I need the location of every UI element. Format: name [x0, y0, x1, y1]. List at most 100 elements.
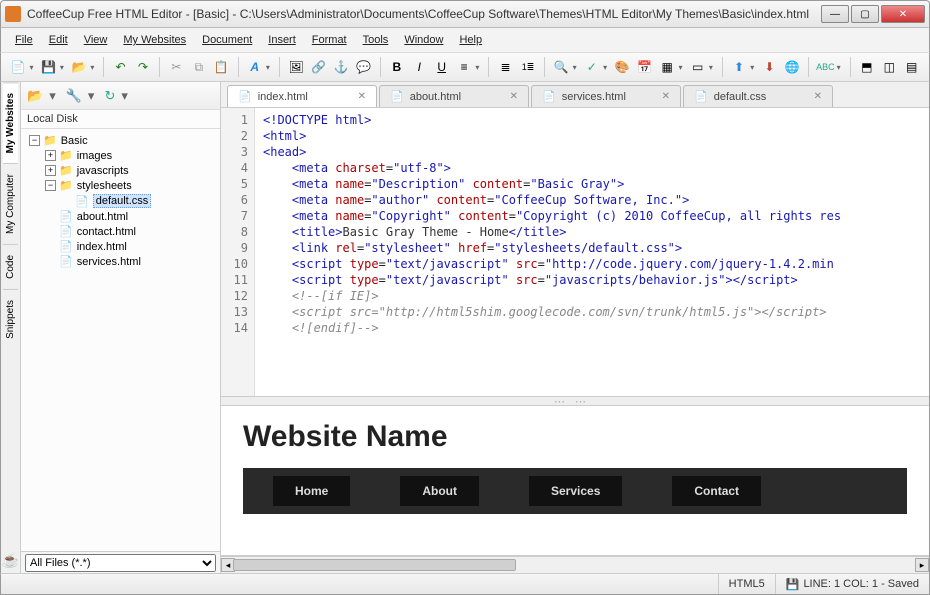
rail-tab-snippets[interactable]: Snippets	[3, 289, 18, 349]
tree-item-index-html[interactable]: 📄index.html	[25, 239, 220, 254]
tree-item-stylesheets[interactable]: −📁stylesheets	[25, 178, 220, 193]
status-lang: HTML5	[718, 574, 775, 594]
menu-tools[interactable]: Tools	[355, 32, 397, 48]
rail-tab-code[interactable]: Code	[3, 244, 18, 289]
tree-label: javascripts	[77, 165, 129, 177]
layout2-icon[interactable]: ◫	[880, 57, 898, 77]
redo-icon[interactable]: ↷	[134, 57, 152, 77]
menu-insert[interactable]: Insert	[260, 32, 304, 48]
menu-window[interactable]: Window	[396, 32, 451, 48]
list-ol-icon[interactable]: 1≣	[519, 57, 537, 77]
form-icon[interactable]: ▭	[688, 57, 706, 77]
file-icon: 📄	[59, 255, 73, 268]
sidebar-open-icon[interactable]: 📂	[27, 88, 43, 104]
tab-label: about.html	[410, 91, 461, 103]
tree-toggle-icon[interactable]: −	[45, 180, 56, 191]
sidebar-refresh-icon[interactable]: ↻	[104, 88, 115, 104]
file-filter-select[interactable]: All Files (*.*)	[25, 554, 216, 572]
spellcheck-icon[interactable]: ABC	[816, 57, 835, 77]
document-icon: 📄	[390, 90, 404, 103]
tree-item-default-css[interactable]: 📄default.css	[25, 193, 220, 209]
scroll-thumb[interactable]	[233, 559, 516, 571]
tab-index-html[interactable]: 📄index.html✕	[227, 85, 377, 107]
menu-format[interactable]: Format	[304, 32, 355, 48]
font-icon[interactable]: A	[245, 57, 263, 77]
rail-tab-mycomputer[interactable]: My Computer	[3, 163, 18, 244]
maximize-button[interactable]	[851, 5, 879, 23]
tree-item-images[interactable]: +📁images	[25, 148, 220, 163]
preview-nav-contact[interactable]: Contact	[672, 476, 761, 506]
save-icon[interactable]: 💾	[39, 57, 57, 77]
line-gutter: 1234567891011121314	[221, 108, 255, 396]
code-area[interactable]: <!DOCTYPE html> <html> <head> <meta char…	[255, 108, 929, 396]
color-icon[interactable]: 🎨	[613, 57, 631, 77]
tab-label: default.css	[714, 91, 767, 103]
cut-icon[interactable]: ✂	[167, 57, 185, 77]
anchor-icon[interactable]: ⚓	[332, 57, 350, 77]
tree-toggle-icon[interactable]: +	[45, 150, 56, 161]
preview-nav-about[interactable]: About	[400, 476, 479, 506]
upload-icon[interactable]: ⬆	[730, 57, 748, 77]
tab-services-html[interactable]: 📄services.html✕	[531, 85, 681, 107]
menu-edit[interactable]: Edit	[41, 32, 76, 48]
layout3-icon[interactable]: ▤	[903, 57, 921, 77]
align-icon[interactable]: ≡	[455, 57, 473, 77]
tree-label: contact.html	[77, 226, 136, 238]
close-button[interactable]	[881, 5, 925, 23]
horizontal-scrollbar[interactable]: ◂ ▸	[221, 556, 929, 573]
table-icon[interactable]: ▦	[658, 57, 676, 77]
browser-icon[interactable]: ✓	[583, 57, 601, 77]
tab-close-icon[interactable]: ✕	[814, 91, 822, 102]
tab-close-icon[interactable]: ✕	[358, 91, 366, 102]
file-icon: 📄	[75, 195, 89, 208]
menu-mywebsites[interactable]: My Websites	[115, 32, 194, 48]
code-editor: 1234567891011121314 <!DOCTYPE html> <htm…	[221, 108, 929, 396]
file-icon: 📄	[59, 210, 73, 223]
comment-icon[interactable]: 💬	[354, 57, 372, 77]
tree-item-Basic[interactable]: −📁Basic	[25, 133, 220, 148]
italic-icon[interactable]: I	[410, 57, 428, 77]
tree-toggle-icon[interactable]: +	[45, 165, 56, 176]
image-icon[interactable]: 🖼	[287, 57, 305, 77]
menu-document[interactable]: Document	[194, 32, 260, 48]
link-icon[interactable]: 🔗	[309, 57, 327, 77]
undo-icon[interactable]: ↶	[111, 57, 129, 77]
copy-icon[interactable]: ⧉	[190, 57, 208, 77]
horizontal-splitter[interactable]	[221, 396, 929, 406]
menu-help[interactable]: Help	[451, 32, 490, 48]
tab-close-icon[interactable]: ✕	[510, 91, 518, 102]
tab-close-icon[interactable]: ✕	[662, 91, 670, 102]
paste-icon[interactable]: 📋	[212, 57, 230, 77]
tree-item-about-html[interactable]: 📄 about.html	[25, 209, 220, 224]
underline-icon[interactable]: U	[432, 57, 450, 77]
bold-icon[interactable]: B	[388, 57, 406, 77]
sidebar-tools-icon[interactable]: 🔧	[66, 88, 82, 104]
minimize-button[interactable]	[821, 5, 849, 23]
folder-icon: 📁	[59, 164, 73, 177]
tree-item-javascripts[interactable]: +📁 javascripts	[25, 163, 220, 178]
tab-default-css[interactable]: 📄default.css✕	[683, 85, 833, 107]
window-title: CoffeeCup Free HTML Editor - [Basic] - C…	[27, 7, 821, 21]
sidebar-toolbar: 📂▾ 🔧▾ ↻▾	[21, 82, 220, 110]
list-ul-icon[interactable]: ≣	[496, 57, 514, 77]
tab-about-html[interactable]: 📄 about.html ✕	[379, 85, 529, 107]
download-icon[interactable]: ⬇	[760, 57, 778, 77]
preview-icon[interactable]: 🔍	[552, 57, 570, 77]
new-file-icon[interactable]: 📄	[9, 57, 27, 77]
globe-icon[interactable]: 🌐	[783, 57, 801, 77]
folder-icon: 📁	[59, 179, 73, 192]
preview-nav-services[interactable]: Services	[529, 476, 622, 506]
scroll-right-icon[interactable]: ▸	[915, 558, 929, 572]
menu-view[interactable]: View	[76, 32, 116, 48]
menu-file[interactable]: File	[7, 32, 41, 48]
preview-nav-home[interactable]: Home	[273, 476, 350, 506]
open-folder-icon[interactable]: 📂	[70, 57, 88, 77]
tree-item-services-html[interactable]: 📄services.html	[25, 254, 220, 269]
rail-tab-mywebsites[interactable]: My Websites	[3, 82, 18, 163]
layout1-icon[interactable]: ⬒	[858, 57, 876, 77]
tree-label: about.html	[77, 211, 128, 223]
tree-toggle-icon[interactable]: −	[29, 135, 40, 146]
calendar-icon[interactable]: 📅	[636, 57, 654, 77]
rail-bottom-icon[interactable]: ☕	[0, 548, 23, 573]
tree-item-contact-html[interactable]: 📄contact.html	[25, 224, 220, 239]
